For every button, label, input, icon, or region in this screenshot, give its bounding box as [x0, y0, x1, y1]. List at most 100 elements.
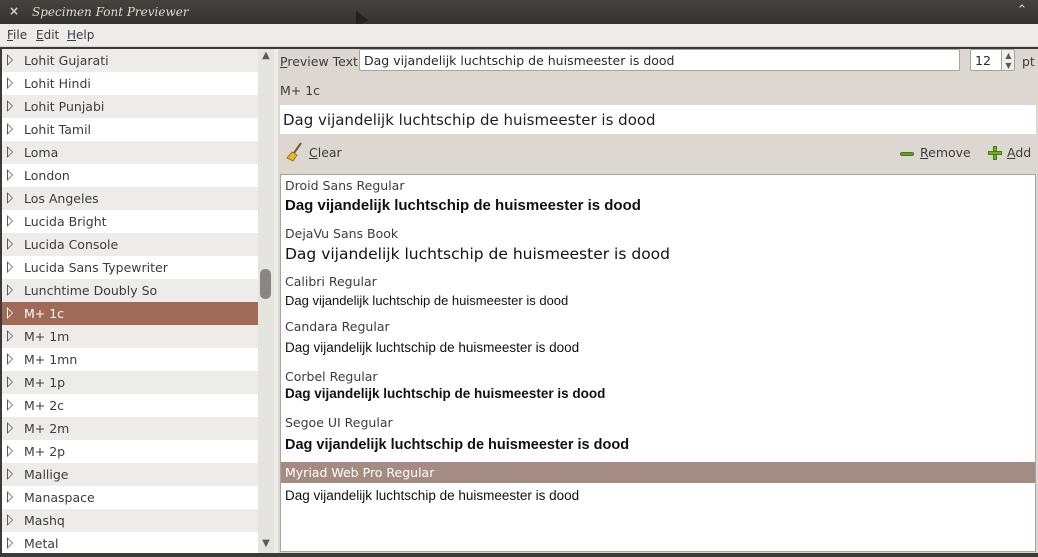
comparison-font-sample[interactable]: Dag vijandelijk luchtschip de huismeeste… [285, 293, 568, 308]
font-list-item[interactable]: Lucida Console [2, 233, 258, 256]
expander-arrow-icon[interactable] [7, 537, 13, 549]
font-list-item-label: London [24, 168, 70, 183]
expander-arrow-icon[interactable] [7, 54, 13, 66]
comparison-font-name: Droid Sans Regular [285, 178, 405, 193]
clear-label: lear [317, 145, 342, 160]
stepper-up-icon[interactable]: ▲ [1004, 51, 1013, 60]
font-list-scrollbar[interactable]: ▲ ▼ [258, 49, 274, 553]
comparison-font-header[interactable]: Segoe UI Regular [281, 412, 1035, 433]
font-list-item-label: Mashq [24, 513, 65, 528]
font-list-item-label: Lunchtime Doubly So [24, 283, 158, 298]
window-title: Specimen Font Previewer [32, 5, 189, 19]
expander-arrow-icon[interactable] [7, 169, 13, 181]
font-list-item[interactable]: Lohit Hindi [2, 72, 258, 95]
expander-arrow-icon[interactable] [7, 330, 13, 342]
menu-file[interactable]: File [7, 28, 27, 42]
scroll-up-icon[interactable]: ▲ [261, 51, 271, 61]
expander-arrow-icon[interactable] [7, 146, 13, 158]
font-list-item[interactable]: M+ 1p [2, 371, 258, 394]
font-list-item[interactable]: M+ 1mn [2, 348, 258, 371]
font-size-input[interactable] [970, 49, 1002, 71]
font-list-item[interactable]: M+ 1m [2, 325, 258, 348]
expander-arrow-icon[interactable] [7, 284, 13, 296]
comparison-font-name: Segoe UI Regular [285, 415, 393, 430]
clear-button[interactable]: Clear [309, 145, 342, 160]
font-list-item[interactable]: M+ 1c [2, 302, 258, 325]
font-list-item[interactable]: Lohit Punjabi [2, 95, 258, 118]
expander-arrow-icon[interactable] [7, 399, 13, 411]
menu-help[interactable]: Help [67, 28, 94, 42]
font-list-item[interactable]: Lunchtime Doubly So [2, 279, 258, 302]
scrollbar-thumb[interactable] [260, 269, 271, 299]
font-list-item[interactable]: Mashq [2, 509, 258, 532]
font-list-item-label: Lucida Sans Typewriter [24, 260, 168, 275]
comparison-font-name: Myriad Web Pro Regular [285, 465, 435, 480]
comparison-font-header[interactable]: Calibri Regular [281, 271, 1035, 292]
comparison-font-header[interactable]: Droid Sans Regular [281, 175, 1035, 196]
font-list-item-label: Manaspace [24, 490, 95, 505]
maximize-icon[interactable]: ⌃ [1014, 3, 1030, 19]
font-list-item[interactable]: M+ 2m [2, 417, 258, 440]
comparison-font-header[interactable]: Myriad Web Pro Regular [281, 462, 1035, 483]
font-list-item[interactable]: Mallige [2, 463, 258, 486]
font-comparison-list[interactable]: Droid Sans Regular Dag vijandelijk luchts… [280, 174, 1036, 552]
font-list-item-label: M+ 2m [24, 421, 70, 436]
font-size-stepper[interactable]: ▲ ▼ [1001, 49, 1015, 71]
font-size-unit: pt [1022, 54, 1035, 69]
expander-arrow-icon[interactable] [7, 238, 13, 250]
expander-arrow-icon[interactable] [7, 445, 13, 457]
menu-bar: File Edit Help [0, 24, 1038, 47]
expander-arrow-icon[interactable] [7, 307, 13, 319]
expander-arrow-icon[interactable] [7, 514, 13, 526]
font-list-item[interactable]: Loma [2, 141, 258, 164]
font-list-item-label: M+ 1p [24, 375, 66, 390]
close-icon[interactable]: × [7, 4, 21, 18]
expander-arrow-icon[interactable] [7, 123, 13, 135]
font-list-item[interactable]: Metal [2, 532, 258, 553]
comparison-font-sample[interactable]: Dag vijandelijk luchtschip de huismeeste… [285, 340, 579, 355]
plus-icon [988, 146, 1002, 160]
comparison-font-header[interactable]: Candara Regular [281, 316, 1035, 337]
comparison-font-sample[interactable]: Dag vijandelijk luchtschip de huismeeste… [285, 386, 605, 401]
font-list-item[interactable]: M+ 2p [2, 440, 258, 463]
font-list-item[interactable]: London [2, 164, 258, 187]
font-list-item[interactable]: Manaspace [2, 486, 258, 509]
expander-arrow-icon[interactable] [7, 376, 13, 388]
font-list-item-label: Los Angeles [24, 191, 99, 206]
stepper-down-icon[interactable]: ▼ [1004, 61, 1013, 70]
font-list-item[interactable]: Lucida Bright [2, 210, 258, 233]
font-list-item[interactable]: Lucida Sans Typewriter [2, 256, 258, 279]
menu-edit[interactable]: Edit [36, 28, 59, 42]
font-list-item[interactable]: Lohit Gujarati [2, 49, 258, 72]
comparison-font-header[interactable]: DejaVu Sans Book [281, 223, 1035, 244]
add-button[interactable]: Add [1007, 145, 1031, 160]
font-list-item-label: Lohit Tamil [24, 122, 92, 137]
comparison-font-sample[interactable]: Dag vijandelijk luchtschip de huismeeste… [285, 437, 629, 453]
expander-arrow-icon[interactable] [7, 261, 13, 273]
comparison-font-header[interactable]: Corbel Regular [281, 366, 1035, 387]
scroll-down-icon[interactable]: ▼ [261, 539, 271, 549]
font-list-item-label: M+ 1c [24, 306, 65, 321]
expander-arrow-icon[interactable] [7, 192, 13, 204]
expander-arrow-icon[interactable] [7, 77, 13, 89]
menu-file-label: ile [13, 28, 28, 42]
remove-button[interactable]: Remove [920, 145, 971, 160]
expander-arrow-icon[interactable] [7, 422, 13, 434]
expander-arrow-icon[interactable] [7, 468, 13, 480]
font-list-item-label: M+ 1mn [24, 352, 78, 367]
font-list-item[interactable]: Lohit Tamil [2, 118, 258, 141]
font-list-item[interactable]: Los Angeles [2, 187, 258, 210]
add-label: dd [1015, 145, 1032, 160]
expander-arrow-icon[interactable] [7, 215, 13, 227]
font-list[interactable]: Lohit Gujarati Lohit Hindi Lohit Punjabi Lo… [2, 49, 259, 553]
comparison-font-sample[interactable]: Dag vijandelijk luchtschip de huismeeste… [285, 197, 641, 214]
comparison-font-sample[interactable]: Dag vijandelijk luchtschip de huismeeste… [285, 488, 579, 503]
expander-arrow-icon[interactable] [7, 491, 13, 503]
expander-arrow-icon[interactable] [7, 353, 13, 365]
expander-arrow-icon[interactable] [7, 100, 13, 112]
comparison-font-name: Calibri Regular [285, 274, 377, 289]
font-list-item-label: Lohit Hindi [24, 76, 91, 91]
comparison-font-sample[interactable]: Dag vijandelijk luchtschip de huismeeste… [285, 245, 670, 263]
font-list-item[interactable]: M+ 2c [2, 394, 258, 417]
preview-text-input[interactable] [359, 49, 960, 71]
